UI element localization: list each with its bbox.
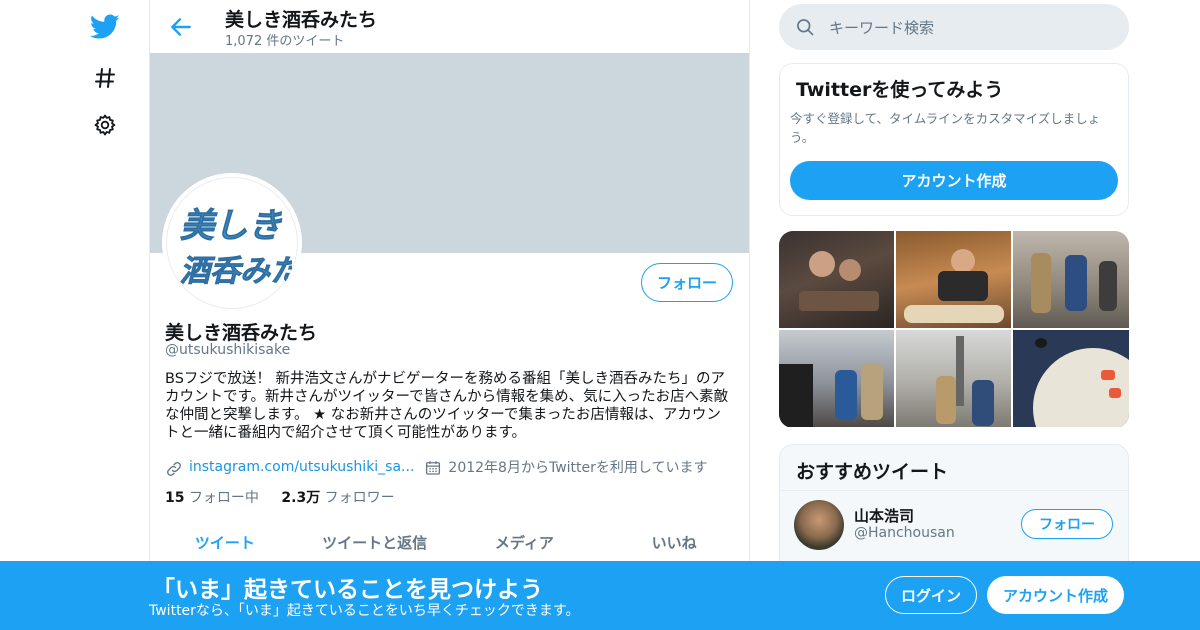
media-thumbnail[interactable]	[779, 330, 894, 427]
search-icon	[795, 17, 815, 37]
media-thumbnail[interactable]	[896, 330, 1011, 427]
signup-banner: 「いま」起きていることを見つけよう Twitterなら、「いま」起きていることを…	[0, 561, 1200, 630]
avatar[interactable]: 美しき 酒呑みたち	[162, 173, 302, 313]
profile-link[interactable]: instagram.com/utsukushiki_sa...	[189, 459, 414, 475]
media-thumbnail[interactable]	[896, 231, 1011, 328]
avatar-logo: 美しき 酒呑みたち	[180, 206, 292, 290]
recommended-user-handle: @Hanchousan	[854, 525, 955, 541]
media-thumbnail[interactable]	[1013, 330, 1129, 427]
recommended-title: おすすめツイート	[796, 461, 949, 483]
tab-media[interactable]: メディア	[450, 532, 600, 562]
profile-tabs: ツイート ツイートと返信 メディア いいね	[150, 532, 749, 562]
calendar-icon	[424, 459, 442, 477]
profile-meta: instagram.com/utsukushiki_sa... 2012年8月か…	[165, 456, 707, 478]
media-grid	[779, 231, 1129, 428]
media-thumbnail[interactable]	[779, 231, 894, 328]
profile-name: 美しき酒呑みたち	[165, 322, 318, 344]
profile-column: 美しき酒呑みたち 1,072 件のツイート 美しき 酒呑みたち フォロー 美しき…	[149, 0, 750, 630]
tab-tweets[interactable]: ツイート	[150, 532, 300, 562]
banner-signup-button[interactable]: アカウント作成	[987, 576, 1124, 614]
search-placeholder: キーワード検索	[829, 18, 935, 37]
link-icon	[165, 460, 183, 478]
back-arrow-icon[interactable]	[168, 14, 194, 40]
twitter-bird-icon[interactable]	[88, 10, 122, 44]
followers-stat[interactable]: 2.3万 フォロワー	[281, 490, 394, 506]
follow-stats: 15 フォロー中 2.3万 フォロワー	[165, 487, 395, 507]
hashtag-icon[interactable]	[88, 61, 122, 95]
recommended-user-name[interactable]: 山本浩司	[854, 505, 914, 526]
profile-handle: @utsukushikisake	[165, 342, 291, 358]
banner-title: 「いま」起きていることを見つけよう	[152, 577, 543, 603]
tweet-count: 1,072 件のツイート	[225, 34, 345, 49]
recommended-follow-button[interactable]: フォロー	[1021, 509, 1113, 539]
login-button[interactable]: ログイン	[885, 576, 977, 614]
search-input[interactable]: キーワード検索	[779, 4, 1129, 50]
svg-text:酒呑みたち: 酒呑みたち	[180, 254, 292, 289]
tab-tweets-replies[interactable]: ツイートと返信	[300, 532, 450, 562]
joined-date: 2012年8月からTwitterを利用しています	[448, 460, 708, 476]
media-thumbnail[interactable]	[1013, 231, 1129, 328]
tab-likes[interactable]: いいね	[599, 532, 749, 562]
banner-subtitle: Twitterなら、「いま」起きていることをいち早くチェックできます。	[149, 603, 580, 619]
signup-card-subtitle: 今すぐ登録して、タイムラインをカスタマイズしましょう。	[790, 111, 1101, 145]
gear-icon[interactable]	[88, 108, 122, 142]
profile-header: 美しき酒呑みたち 1,072 件のツイート	[150, 0, 749, 53]
header-title: 美しき酒呑みたち	[225, 9, 378, 31]
create-account-button[interactable]: アカウント作成	[790, 161, 1118, 200]
profile-bio: BSフジで放送！ 新井浩文さんがナビゲーターを務める番組「美しき酒呑みたち」のア…	[165, 371, 729, 441]
signup-card: Twitterを使ってみよう 今すぐ登録して、タイムラインをカスタマイズしましょ…	[779, 63, 1129, 216]
svg-text:美しき: 美しき	[180, 206, 282, 246]
follow-button[interactable]: フォロー	[641, 263, 733, 302]
following-stat[interactable]: 15 フォロー中	[165, 490, 259, 506]
signup-card-title: Twitterを使ってみよう	[796, 79, 1004, 101]
recommended-divider	[780, 490, 1128, 491]
recommended-avatar[interactable]	[794, 500, 844, 550]
